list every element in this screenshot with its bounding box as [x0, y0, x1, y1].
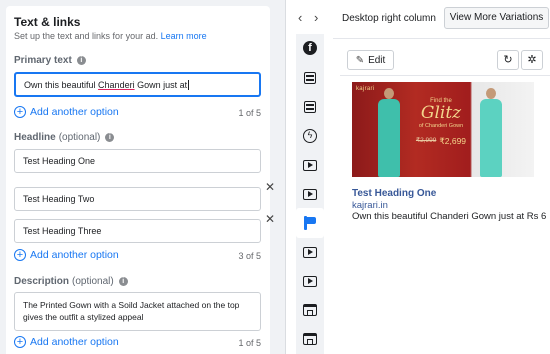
promo-text: Find the Glitz of Chanderi Gown ₹2,999 ₹… — [410, 98, 472, 147]
text-links-panel: Text & links Set up the text and links f… — [0, 0, 286, 354]
description-value: The Printed Gown with a Soild Jacket att… — [23, 299, 239, 323]
primary-text-label: Primary text i — [14, 55, 86, 66]
headline-optional: (optional) — [58, 132, 101, 143]
primary-text-input[interactable]: Own this beautiful Chanderi Gown just at — [14, 72, 261, 97]
placement-title: Desktop right column — [342, 13, 436, 24]
primary-text-value-start: Own this beautiful — [24, 79, 99, 90]
promo-prices: ₹2,999 ₹2,699 — [410, 136, 472, 147]
description-optional: (optional) — [72, 276, 114, 287]
bug-icon: ✲ — [527, 54, 537, 66]
chevron-right-icon[interactable]: › — [314, 10, 318, 25]
add-description-option-button[interactable]: + Add another option — [14, 336, 119, 348]
new-price: ₹2,699 — [439, 136, 467, 146]
text-links-card: Text & links Set up the text and links f… — [6, 6, 270, 354]
refresh-icon: ↻ — [503, 54, 513, 66]
info-icon[interactable]: i — [76, 56, 86, 65]
info-icon[interactable]: i — [118, 277, 128, 286]
placement-facebook[interactable]: f — [301, 39, 319, 57]
placement-feed[interactable] — [301, 69, 319, 87]
placement-strip: ‹ › f ϟ — [287, 0, 333, 354]
remove-headline-2-icon[interactable]: ✕ — [265, 180, 275, 194]
plus-circle-icon: + — [14, 249, 26, 261]
description-label-text: Description — [14, 276, 70, 287]
marketplace-icon — [303, 333, 317, 345]
lightning-bolt-icon: ϟ — [303, 129, 317, 143]
placement-video-4[interactable] — [301, 272, 319, 290]
placement-video-3[interactable] — [301, 243, 319, 261]
learn-more-link[interactable]: Learn more — [161, 31, 207, 41]
placement-video-1[interactable] — [301, 156, 319, 174]
remove-headline-3-icon[interactable]: ✕ — [265, 212, 275, 226]
primary-text-value-end: Gown just at — [134, 79, 188, 90]
feed-icon — [304, 72, 316, 84]
view-more-variations-button[interactable]: View More Variations — [444, 7, 549, 29]
section-title: Text & links — [14, 15, 81, 29]
placement-video-2[interactable] — [301, 185, 319, 203]
facebook-icon: f — [303, 41, 317, 55]
edit-button[interactable]: ✎ Edit — [347, 50, 394, 70]
divider — [340, 75, 550, 76]
headline-input-3[interactable]: Test Heading Three — [14, 219, 261, 243]
primary-text-label-text: Primary text — [14, 55, 72, 66]
add-headline-option-button[interactable]: + Add another option — [14, 249, 119, 261]
headline-label: Headline (optional) i — [14, 132, 115, 143]
brand-logo: kajrari — [356, 86, 375, 92]
marketplace-icon — [303, 304, 317, 316]
text-caret — [188, 79, 190, 90]
promo-glitz: Glitz — [420, 103, 462, 123]
placement-marketplace-2[interactable] — [301, 330, 319, 348]
description-count: 1 of 5 — [238, 338, 261, 348]
headline-input-2[interactable]: Test Heading Two — [14, 187, 261, 211]
add-option-label: Add another option — [30, 336, 119, 348]
video-play-icon — [303, 246, 317, 258]
placement-instant-article[interactable]: ϟ — [301, 127, 319, 145]
pencil-icon: ✎ — [355, 54, 365, 66]
primary-text-count: 1 of 5 — [238, 108, 261, 118]
description-line-1: The Printed Gown with a Soild Jacket att… — [23, 300, 240, 310]
promo-of: of Chanderi Gown — [418, 123, 464, 129]
ad-headline[interactable]: Test Heading One — [352, 188, 436, 199]
feed-icon — [304, 101, 316, 113]
add-primary-text-option-button[interactable]: + Add another option — [14, 106, 119, 118]
model-figure-right — [476, 88, 506, 177]
video-play-icon — [303, 159, 317, 171]
ad-image[interactable]: kajrari Find the Glitz of Chanderi Gown … — [352, 82, 534, 177]
plus-circle-icon: + — [14, 336, 26, 348]
model-figure-left — [374, 88, 404, 177]
description-textarea[interactable]: The Printed Gown with a Soild Jacket att… — [14, 292, 261, 331]
video-play-icon — [303, 188, 317, 200]
old-price: ₹2,999 — [415, 137, 437, 144]
add-option-label: Add another option — [30, 249, 119, 261]
chevron-left-icon[interactable]: ‹ — [298, 10, 302, 25]
add-option-label: Add another option — [30, 106, 119, 118]
description-line-2: gives the outfit a stylized appeal — [23, 312, 144, 322]
refresh-button[interactable]: ↻ — [497, 50, 519, 70]
headline-count: 3 of 5 — [238, 251, 261, 261]
ad-url[interactable]: kajrari.in — [352, 200, 388, 211]
section-subtitle-text: Set up the text and links for your ad. — [14, 31, 159, 41]
placement-feed-2[interactable] — [301, 98, 319, 116]
primary-text-value-underlined: Chanderi — [98, 79, 135, 90]
right-column-icon — [304, 216, 316, 230]
preview-panel: Desktop right column View More Variation… — [333, 0, 550, 354]
headline-label-text: Headline — [14, 132, 56, 143]
ad-primary-text: Own this beautiful Chanderi Gown just at… — [352, 211, 547, 222]
description-label: Description (optional) i — [14, 276, 128, 287]
placement-right-column[interactable] — [296, 208, 324, 238]
placement-marketplace[interactable] — [301, 301, 319, 319]
edit-label: Edit — [368, 54, 386, 66]
plus-circle-icon: + — [14, 106, 26, 118]
divider — [333, 38, 550, 39]
info-icon[interactable]: i — [105, 133, 115, 142]
debug-button[interactable]: ✲ — [521, 50, 543, 70]
section-subtitle: Set up the text and links for your ad. L… — [14, 31, 207, 41]
video-play-icon — [303, 275, 317, 287]
headline-input-1[interactable]: Test Heading One — [14, 149, 261, 173]
